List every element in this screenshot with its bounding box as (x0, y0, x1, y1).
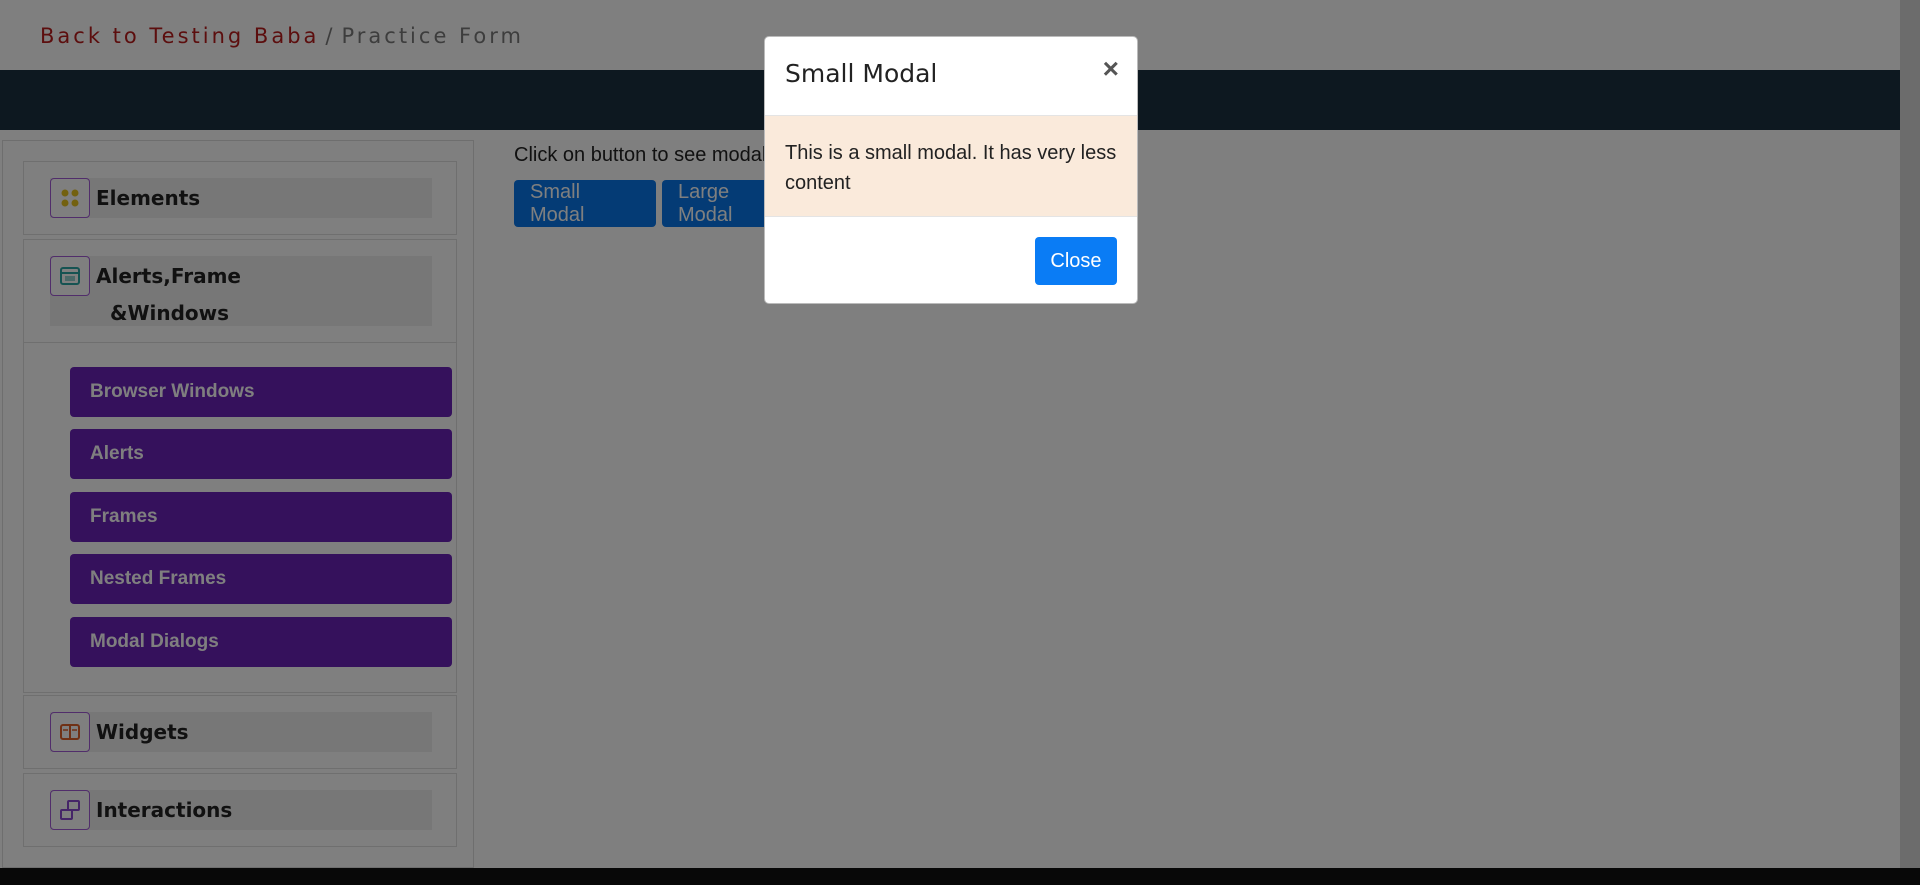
close-icon[interactable]: × (1103, 55, 1119, 83)
modal-title: Small Modal (785, 59, 938, 88)
modal-footer: Close (765, 216, 1137, 303)
modal-header: Small Modal × (765, 37, 1137, 116)
small-modal-dialog: Small Modal × This is a small modal. It … (764, 36, 1138, 304)
close-button[interactable]: Close (1035, 237, 1117, 285)
modal-body: This is a small modal. It has very less … (765, 116, 1137, 216)
